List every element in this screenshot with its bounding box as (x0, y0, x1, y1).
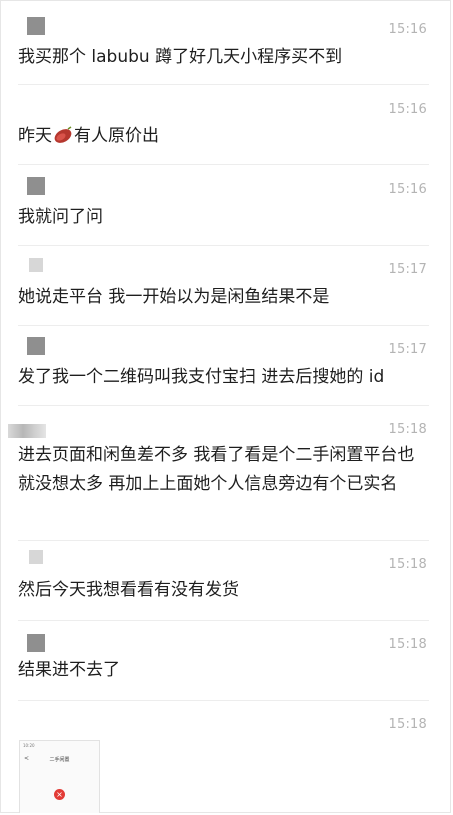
message-time: 15:16 (388, 182, 427, 197)
image-thumbnail[interactable]: 10:20 < 二手闲置 × (19, 740, 100, 813)
message-text: 然后今天我想看看有没有发货 (18, 580, 239, 600)
message-text: 发了我一个二维码叫我支付宝扫 进去后搜她的 id (18, 367, 385, 387)
error-icon: × (54, 789, 65, 800)
message-time: 15:17 (388, 262, 427, 277)
avatar[interactable] (29, 258, 43, 272)
message-text-part: 昨天 (18, 126, 52, 146)
message-text: 她说走平台 我一开始以为是闲鱼结果不是 (18, 287, 330, 307)
divider (18, 84, 429, 85)
message-text-part: 有人原价出 (74, 126, 159, 146)
message-text: 我就问了问 (18, 207, 103, 227)
avatar[interactable] (27, 177, 45, 195)
avatar[interactable] (8, 424, 46, 438)
divider (18, 245, 429, 246)
divider (18, 620, 429, 621)
divider (18, 325, 429, 326)
avatar[interactable] (27, 634, 45, 652)
thumbnail-title: 二手闲置 (49, 757, 70, 763)
avatar[interactable] (27, 337, 45, 355)
message-time: 15:18 (388, 637, 427, 652)
message-time: 15:18 (388, 422, 427, 437)
message-time: 15:18 (388, 557, 427, 572)
sweet-potato-icon (54, 126, 72, 143)
avatar[interactable] (27, 17, 45, 35)
message-text: 我买那个 labubu 蹲了好几天小程序买不到 (18, 47, 343, 67)
divider (18, 164, 429, 165)
message-text: 昨天 有人原价出 (18, 122, 430, 151)
divider (18, 405, 429, 406)
message-time: 15:16 (388, 102, 427, 117)
message-text: 进去页面和闲鱼差不多 我看了看是个二手闲置平台也就没想太多 再加上上面她个人信息… (18, 445, 415, 494)
message-text: 结果进不去了 (18, 660, 120, 680)
avatar[interactable] (29, 550, 43, 564)
divider (18, 540, 429, 541)
divider (18, 700, 429, 701)
message-time: 15:17 (388, 342, 427, 357)
thumbnail-status-time: 10:20 (23, 743, 35, 748)
message-time: 15:18 (388, 717, 427, 732)
message-time: 15:16 (388, 22, 427, 37)
